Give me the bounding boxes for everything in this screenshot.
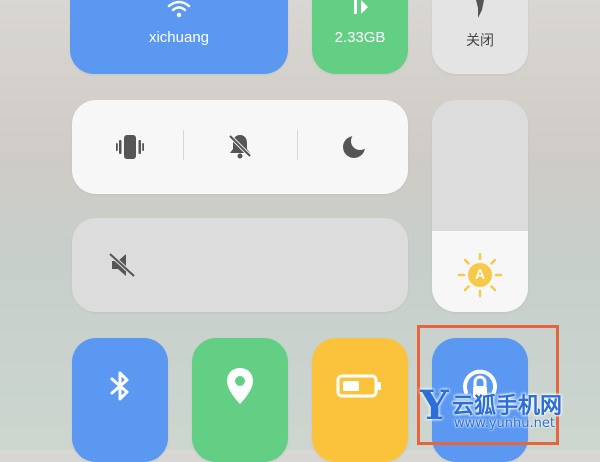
speaker-mute-icon [108,252,136,278]
moon-icon [343,132,368,158]
data-arrows-icon [354,0,368,14]
mobile-data-tile[interactable]: 2.33GB [312,0,408,74]
divider [183,130,184,160]
flashlight-tile[interactable]: 关闭 [432,0,528,74]
dnd-button[interactable] [317,120,389,174]
battery-saver-icon [336,374,381,398]
wifi-label: xichuang [148,29,210,46]
location-icon [227,368,253,404]
location-toggle[interactable] [192,338,288,462]
divider [297,130,298,160]
wifi-tile[interactable]: xichuang [70,0,288,74]
bluetooth-toggle[interactable] [72,338,168,462]
wifi-icon [167,0,191,18]
flashlight-label: 关闭 [466,32,494,48]
auto-badge: A [474,266,486,282]
bluetooth-icon [110,371,129,401]
flashlight-icon [476,0,484,18]
volume-slider[interactable] [72,218,408,312]
vibrate-icon [116,135,144,159]
auto-brightness-icon: A [457,252,503,298]
battery-saver-toggle[interactable] [312,338,408,462]
sound-mode-tile [72,100,408,194]
watermark: Y 云狐手机网 www.yunhu.net [420,382,600,436]
watermark-logo: Y [420,382,449,429]
data-usage-label: 2.33GB [334,29,386,46]
brightness-slider[interactable]: A [432,100,528,312]
watermark-url: www.yunhu.net [454,416,555,431]
bell-off-icon [228,134,252,159]
silent-button[interactable] [203,120,275,174]
vibrate-button[interactable] [92,120,164,174]
